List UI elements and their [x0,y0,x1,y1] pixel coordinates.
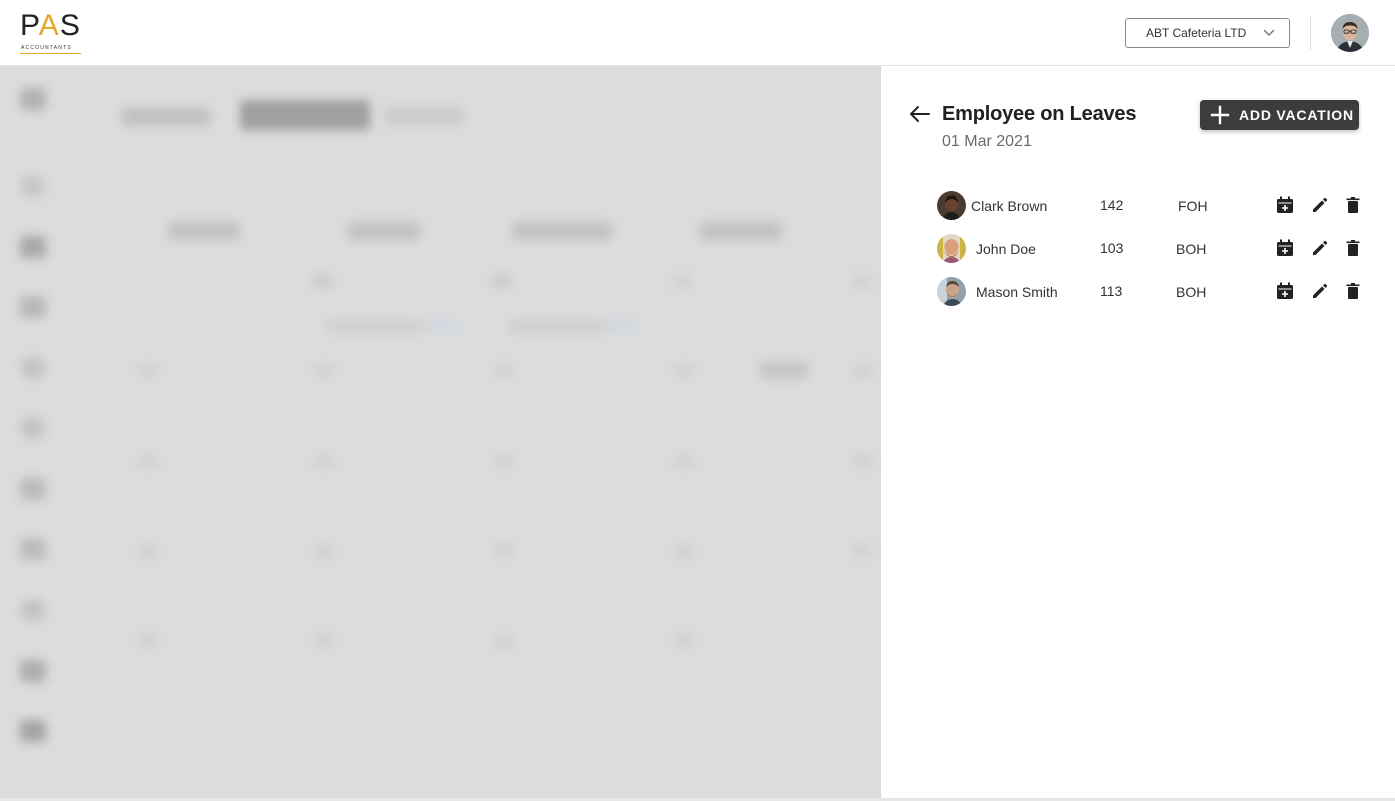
employee-name: John Doe [976,241,1036,257]
employee-number: 113 [1100,283,1123,299]
employee-department: FOH [1178,198,1208,214]
user-avatar[interactable] [1331,14,1369,52]
pencil-icon[interactable] [1310,195,1330,215]
logo[interactable]: PAS ACCOUNTANTS [20,11,82,57]
plus-icon [1210,105,1230,125]
employee-row: John Doe 103 BOH [881,233,1395,267]
trash-icon[interactable] [1343,238,1363,258]
calendar-add-icon[interactable] [1275,238,1295,258]
employee-name: Clark Brown [971,198,1048,214]
company-select[interactable]: ABT Cafeteria LTD [1125,18,1290,48]
blurred-page-overlay[interactable] [0,66,881,801]
logo-text: PAS [20,9,81,42]
calendar-add-icon[interactable] [1275,195,1295,215]
chevron-down-icon [1263,29,1275,36]
header-divider [1310,15,1311,50]
employee-avatar [937,191,966,220]
trash-icon[interactable] [1343,281,1363,301]
arrow-left-icon[interactable] [908,102,932,126]
add-vacation-button[interactable]: ADD VACATION [1200,100,1359,130]
employee-leaves-panel: Employee on Leaves 01 Mar 2021 ADD VACAT… [881,66,1395,799]
panel-date: 01 Mar 2021 [942,133,1032,150]
employee-department: BOH [1176,284,1207,300]
user-avatar-image [1331,14,1369,52]
employee-avatar [937,234,966,263]
trash-icon[interactable] [1343,195,1363,215]
blurred-content [0,66,881,801]
employee-department: BOH [1176,241,1207,257]
employee-row: Clark Brown 142 FOH [881,190,1395,224]
pencil-icon[interactable] [1310,281,1330,301]
calendar-add-icon[interactable] [1275,281,1295,301]
employee-number: 103 [1100,240,1124,256]
logo-underline [20,53,81,54]
employee-name: Mason Smith [976,284,1058,300]
panel-title: Employee on Leaves [942,103,1137,125]
company-select-value: ABT Cafeteria LTD [1146,26,1247,40]
pencil-icon[interactable] [1310,238,1330,258]
add-vacation-label: ADD VACATION [1239,107,1354,123]
employee-avatar [937,277,966,306]
top-bar: PAS ACCOUNTANTS ABT Cafeteria LTD [0,0,1395,66]
logo-subtitle: ACCOUNTANTS [21,45,72,51]
employee-number: 142 [1100,197,1124,213]
employee-row: Mason Smith 113 BOH [881,276,1395,310]
